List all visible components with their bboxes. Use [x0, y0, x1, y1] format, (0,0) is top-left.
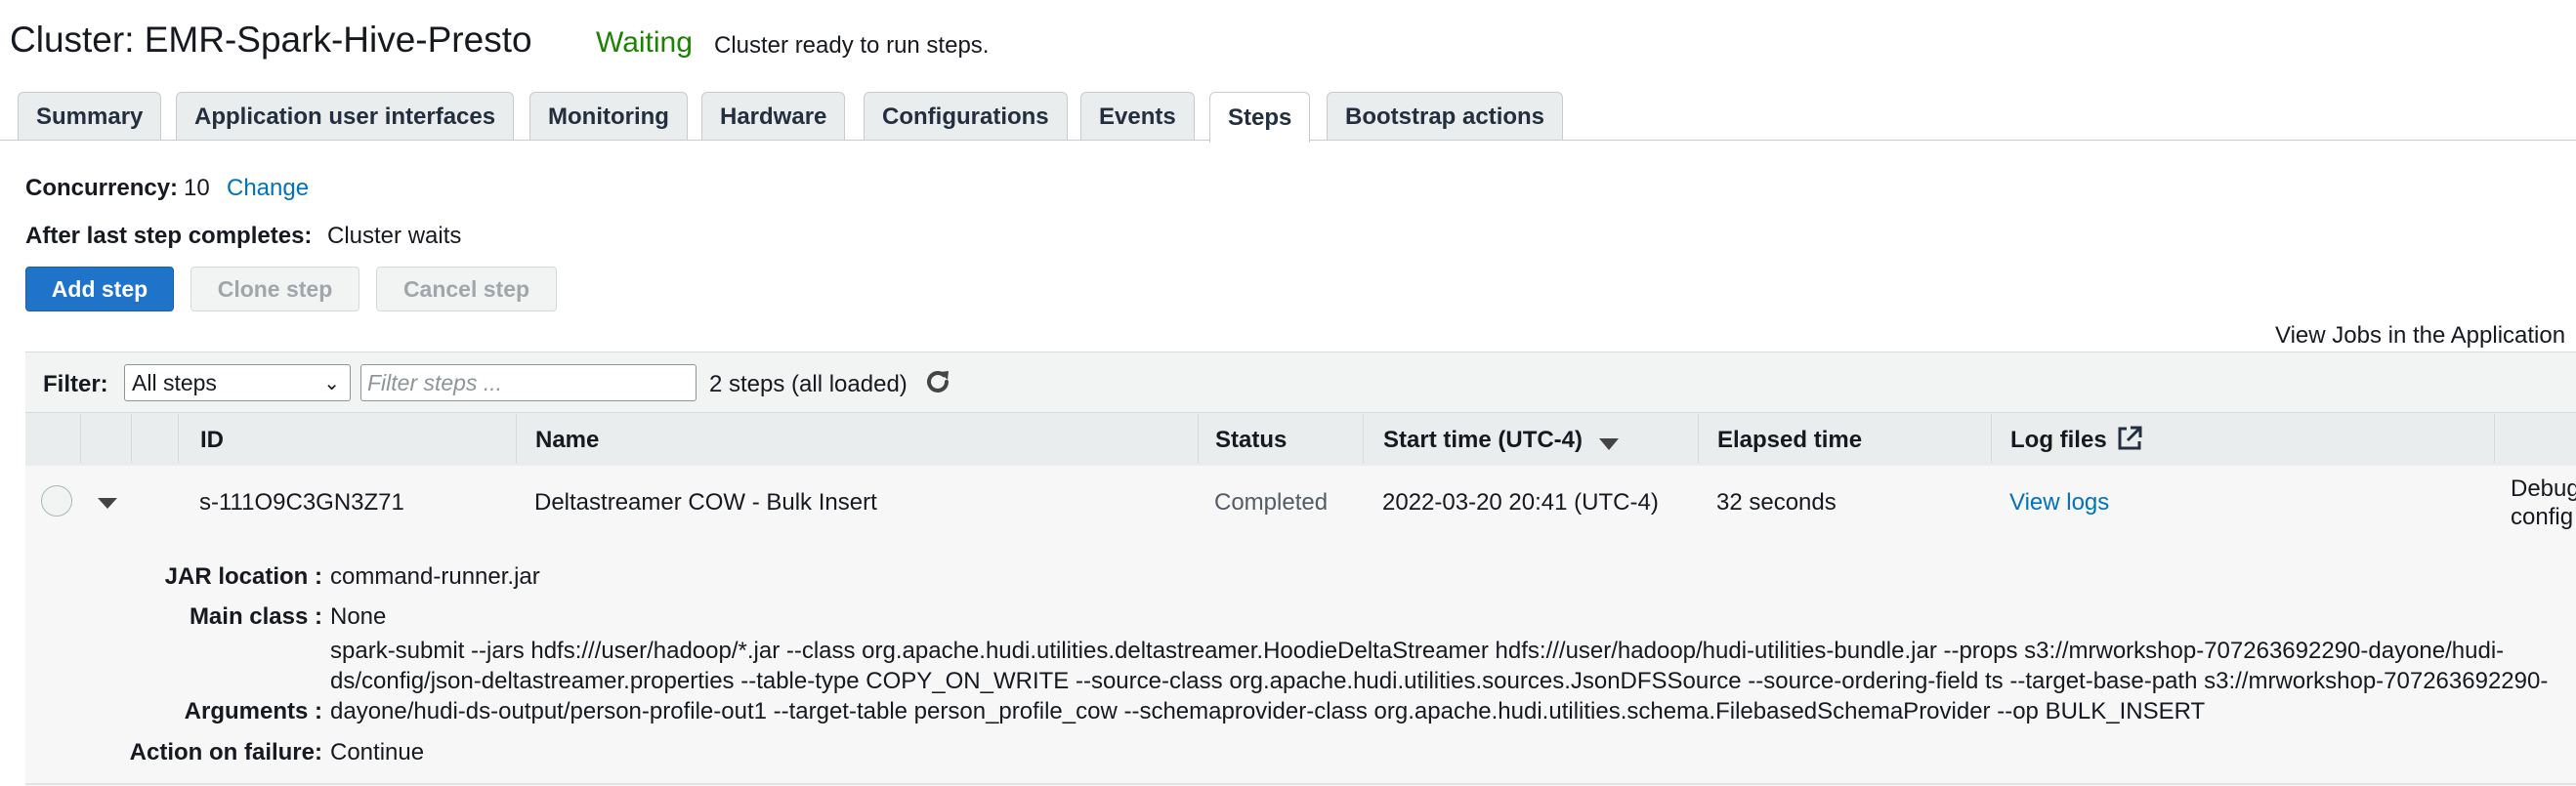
- column-divider: [516, 414, 517, 463]
- filter-steps-input[interactable]: Filter steps ...: [360, 364, 697, 401]
- main-class-value: None: [330, 603, 387, 630]
- concurrency-label: Concurrency:: [25, 175, 179, 201]
- column-divider: [1198, 414, 1199, 463]
- column-header-start-time[interactable]: Start time (UTC-4): [1383, 427, 1583, 454]
- tab-hardware[interactable]: Hardware: [701, 92, 846, 141]
- cluster-status: Waiting: [596, 26, 693, 59]
- arguments-label: Arguments :: [184, 698, 322, 724]
- tab-summary[interactable]: Summary: [18, 92, 162, 141]
- cluster-status-message: Cluster ready to run steps.: [714, 32, 990, 59]
- column-divider: [1698, 414, 1699, 463]
- after-last-step-value: Cluster waits: [327, 223, 462, 249]
- step-start-time: 2022-03-20 20:41 (UTC-4): [1382, 489, 1659, 516]
- jar-location-value: command-runner.jar: [330, 563, 540, 590]
- refresh-icon[interactable]: [922, 366, 953, 397]
- column-header-log-files: Log files: [2010, 427, 2107, 453]
- tab-bootstrap-actions[interactable]: Bootstrap actions: [1327, 92, 1564, 141]
- concurrency-value: 10: [184, 175, 210, 201]
- config-text: config: [2511, 504, 2574, 530]
- column-divider: [1991, 414, 1992, 463]
- view-logs-link[interactable]: View logs: [2009, 489, 2109, 517]
- change-concurrency-link[interactable]: Change: [227, 175, 309, 202]
- expand-caret-icon[interactable]: [98, 498, 117, 509]
- after-last-step-label: After last step completes:: [25, 223, 313, 249]
- column-divider: [178, 414, 179, 463]
- add-step-button[interactable]: Add step: [25, 267, 174, 311]
- step-filter-select-value: All steps: [132, 369, 217, 395]
- column-divider: [80, 414, 81, 463]
- tab-monitoring[interactable]: Monitoring: [529, 92, 688, 141]
- column-divider: [1363, 414, 1364, 463]
- step-id: s-111O9C3GN3Z71: [199, 489, 404, 516]
- column-divider: [131, 414, 132, 463]
- step-status: Completed: [1214, 489, 1329, 516]
- main-class-label: Main class :: [189, 603, 322, 630]
- steps-count: 2 steps (all loaded): [709, 371, 908, 397]
- row-select-radio[interactable]: [41, 485, 72, 517]
- cancel-step-button[interactable]: Cancel step: [376, 267, 557, 311]
- column-header-id[interactable]: ID: [200, 427, 224, 454]
- debug-text: Debug: [2511, 476, 2576, 502]
- clone-step-button[interactable]: Clone step: [190, 267, 359, 311]
- step-filter-select[interactable]: All steps ⌄: [124, 364, 351, 401]
- step-name: Deltastreamer COW - Bulk Insert: [534, 489, 877, 516]
- filter-label: Filter:: [43, 371, 108, 397]
- tab-application-user-interfaces[interactable]: Application user interfaces: [176, 92, 515, 141]
- column-header-elapsed-time[interactable]: Elapsed time: [1717, 427, 1862, 454]
- sort-descending-icon[interactable]: [1598, 437, 1620, 451]
- tab-steps[interactable]: Steps: [1209, 92, 1311, 143]
- cluster-title: Cluster: EMR-Spark-Hive-Presto: [10, 20, 532, 60]
- arguments-value: spark-submit --jars hdfs:///user/hadoop/…: [330, 638, 2549, 724]
- divider: [25, 783, 2576, 785]
- external-link-icon[interactable]: [2116, 425, 2143, 452]
- tab-events[interactable]: Events: [1080, 92, 1195, 141]
- column-header-status[interactable]: Status: [1215, 427, 1287, 454]
- step-elapsed-time: 32 seconds: [1716, 489, 1837, 516]
- column-header-name[interactable]: Name: [535, 427, 599, 454]
- steps-table-header: [25, 412, 2576, 467]
- column-divider: [2494, 414, 2495, 463]
- chevron-down-icon: ⌄: [323, 373, 340, 394]
- tab-configurations[interactable]: Configurations: [864, 92, 1068, 141]
- action-on-failure-value: Continue: [330, 739, 425, 765]
- view-jobs-link[interactable]: View Jobs in the Application: [2275, 322, 2565, 350]
- action-on-failure-label: Action on failure:: [129, 739, 322, 765]
- jar-location-label: JAR location :: [164, 563, 322, 590]
